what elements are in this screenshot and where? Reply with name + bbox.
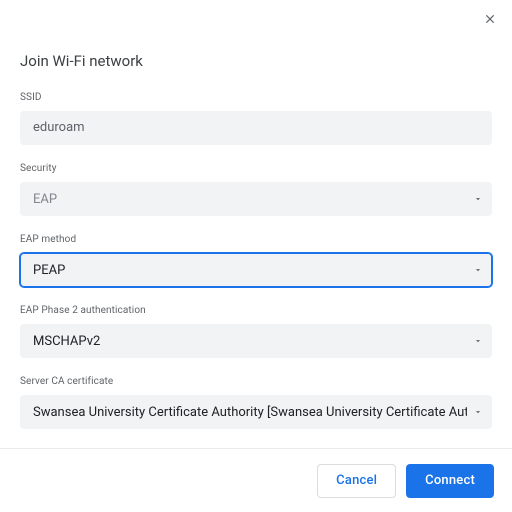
security-label: Security bbox=[20, 163, 492, 174]
wifi-join-dialog: Join Wi-Fi network SSID eduroam Security… bbox=[0, 0, 512, 512]
ssid-value: eduroam bbox=[33, 111, 85, 145]
field-eap-method: EAP method PEAP bbox=[20, 234, 492, 287]
dialog-content: Join Wi-Fi network SSID eduroam Security… bbox=[0, 0, 512, 440]
eap-method-select[interactable]: PEAP bbox=[20, 253, 492, 287]
security-value: EAP bbox=[33, 192, 467, 207]
chevron-down-icon bbox=[473, 407, 483, 417]
field-phase2: EAP Phase 2 authentication MSCHAPv2 bbox=[20, 305, 492, 358]
server-ca-label: Server CA certificate bbox=[20, 376, 492, 387]
eap-method-label: EAP method bbox=[20, 234, 492, 245]
chevron-down-icon bbox=[473, 194, 483, 204]
connect-button-label: Connect bbox=[425, 473, 475, 488]
dialog-footer: Cancel Connect bbox=[0, 448, 512, 512]
chevron-down-icon bbox=[473, 336, 483, 346]
close-button[interactable] bbox=[478, 8, 502, 32]
phase2-select[interactable]: MSCHAPv2 bbox=[20, 324, 492, 358]
connect-button[interactable]: Connect bbox=[406, 464, 494, 498]
chevron-down-icon bbox=[473, 265, 483, 275]
field-ssid: SSID eduroam bbox=[20, 92, 492, 145]
close-icon bbox=[483, 11, 497, 30]
server-ca-select[interactable]: Swansea University Certificate Authority… bbox=[20, 395, 492, 429]
cancel-button-label: Cancel bbox=[336, 473, 377, 488]
phase2-label: EAP Phase 2 authentication bbox=[20, 305, 492, 316]
ssid-label: SSID bbox=[20, 92, 492, 103]
eap-method-value: PEAP bbox=[33, 263, 467, 278]
security-select[interactable]: EAP bbox=[20, 182, 492, 216]
cancel-button[interactable]: Cancel bbox=[317, 464, 396, 498]
dialog-title: Join Wi-Fi network bbox=[20, 52, 492, 70]
server-ca-value: Swansea University Certificate Authority… bbox=[33, 405, 467, 420]
field-security: Security EAP bbox=[20, 163, 492, 216]
phase2-value: MSCHAPv2 bbox=[33, 334, 467, 349]
field-server-ca: Server CA certificate Swansea University… bbox=[20, 376, 492, 429]
ssid-input[interactable]: eduroam bbox=[20, 111, 492, 145]
